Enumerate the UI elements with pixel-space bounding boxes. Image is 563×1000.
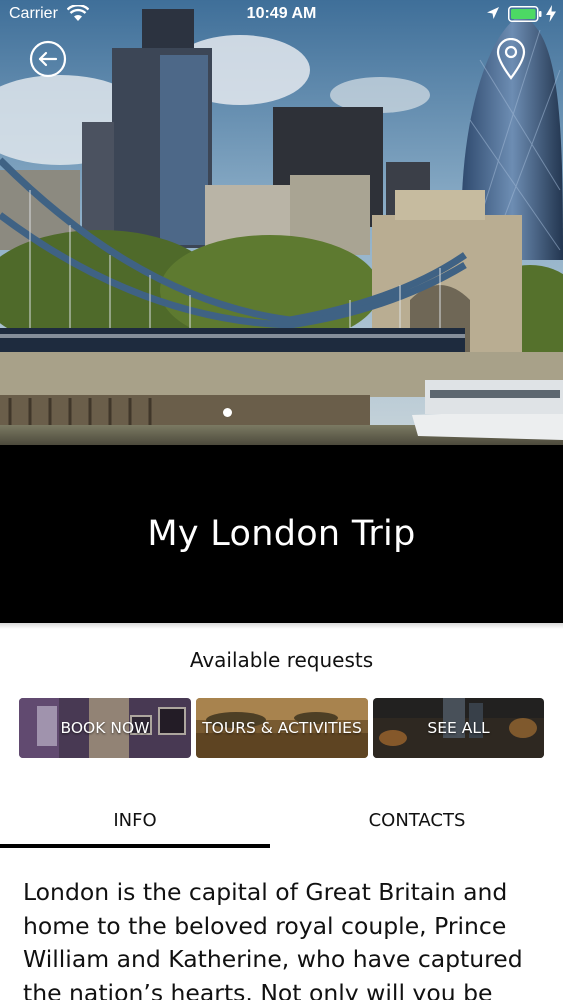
status-bar: Carrier 10:49 AM	[0, 0, 563, 30]
tours-activities-button[interactable]: TOURS & ACTIVITIES	[196, 698, 368, 758]
charging-bolt-icon	[546, 5, 556, 22]
location-services-icon	[487, 7, 499, 19]
battery-fill	[511, 9, 536, 19]
tours-activities-label: TOURS & ACTIVITIES	[202, 719, 362, 737]
see-all-button[interactable]: SEE ALL	[373, 698, 544, 758]
tab-contacts[interactable]: CONTACTS	[282, 800, 552, 848]
hero-image-gallery[interactable]: Carrier 10:49 AM	[0, 0, 563, 445]
trip-title: My London Trip	[147, 514, 416, 554]
tab-info[interactable]: INFO	[0, 800, 270, 848]
info-description: London is the capital of Great Britain a…	[23, 878, 523, 1000]
battery-icon	[508, 6, 542, 22]
map-pin-icon[interactable]	[496, 38, 526, 80]
divider-shadow	[0, 623, 563, 629]
gallery-page-indicator	[223, 408, 232, 417]
back-arrow-icon[interactable]	[29, 40, 67, 78]
tower-bridge-photo	[0, 0, 563, 445]
see-all-label: SEE ALL	[427, 719, 490, 737]
trip-title-band: My London Trip	[0, 445, 563, 623]
book-now-button[interactable]: BOOK NOW	[19, 698, 191, 758]
status-time: 10:49 AM	[246, 5, 317, 22]
selected-tab-indicator	[0, 844, 270, 848]
book-now-label: BOOK NOW	[60, 719, 150, 737]
requests-heading: Available requests	[189, 648, 374, 672]
